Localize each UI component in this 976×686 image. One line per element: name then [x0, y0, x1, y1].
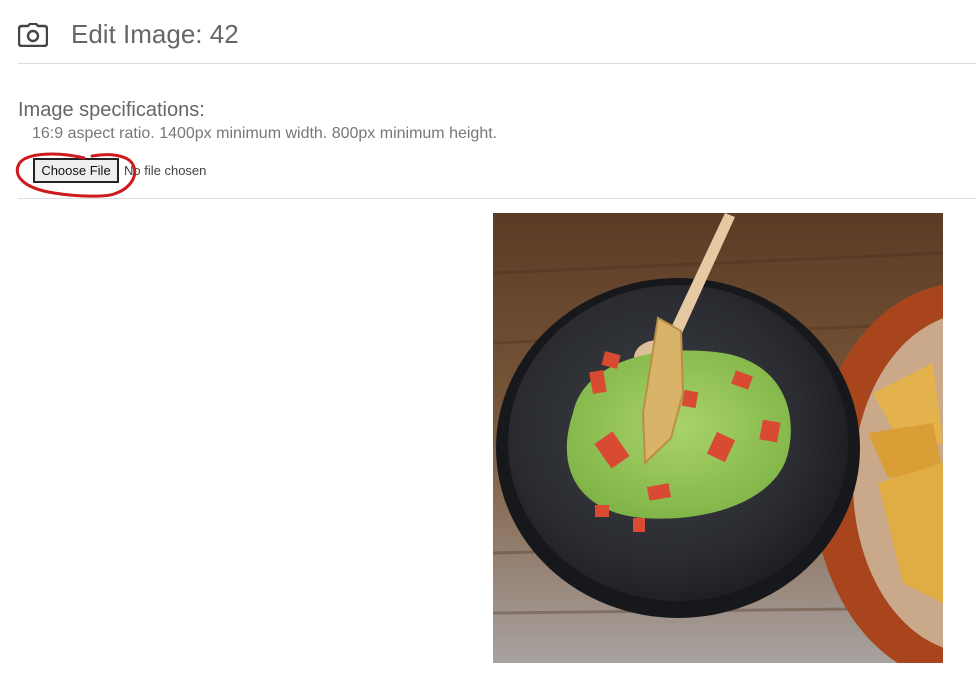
- image-preview: [493, 213, 943, 663]
- edit-image-page: Edit Image: 42 Image specifications: 16:…: [0, 0, 976, 686]
- page-header: Edit Image: 42: [18, 14, 976, 64]
- specifications-text: 16:9 aspect ratio. 1400px minimum width.…: [32, 125, 498, 142]
- guacamole-photo: [493, 213, 943, 663]
- section-divider: [18, 198, 976, 199]
- page-title: Edit Image: 42: [71, 19, 239, 49]
- file-status-text: No file chosen: [124, 163, 207, 178]
- specifications-title: Image specifications:: [18, 99, 205, 121]
- choose-file-button[interactable]: Choose File: [33, 158, 119, 183]
- camera-icon: [18, 23, 48, 47]
